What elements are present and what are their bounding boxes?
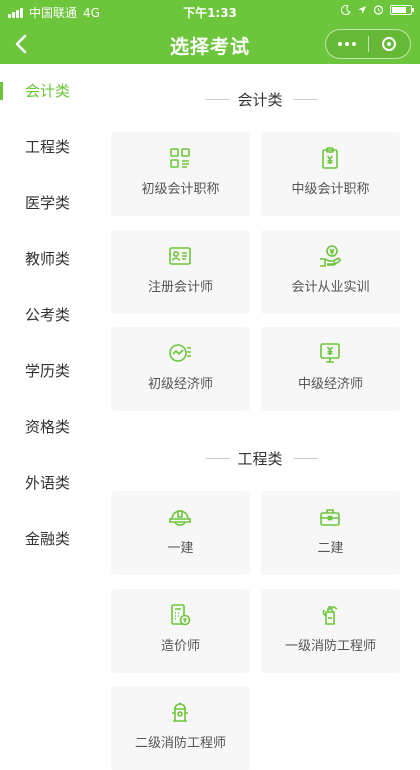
location-arrow-icon	[358, 5, 366, 14]
exam-card-label: 一级消防工程师	[284, 639, 376, 654]
exam-card-second-class-fire-engineer[interactable]: 二级消防工程师	[111, 686, 250, 770]
sidebar-item-qualification[interactable]: 资格类	[0, 412, 100, 442]
exam-card-cost-engineer[interactable]: 造价师	[111, 589, 250, 673]
more-button[interactable]	[326, 30, 368, 58]
category-sidebar: 会计类 工程类 医学类 教师类 公考类 学历类 资格类 外语类 金融类	[0, 64, 100, 747]
sidebar-item-language[interactable]: 外语类	[0, 468, 100, 498]
exam-card-first-class-fire-engineer[interactable]: 一级消防工程师	[261, 589, 400, 673]
more-dots-icon	[337, 42, 342, 46]
sidebar-item-finance[interactable]: 金融类	[0, 524, 100, 554]
mini-program-capsule	[325, 29, 411, 59]
sidebar-item-teacher[interactable]: 教师类	[0, 244, 100, 274]
section-line-right	[294, 99, 318, 100]
exam-card-second-class-constructor[interactable]: 二建	[261, 491, 400, 575]
exam-card-label: 二级消防工程师	[134, 736, 226, 751]
clipboard-yen-icon	[322, 147, 338, 169]
sidebar-item-engineering[interactable]: 工程类	[0, 132, 100, 162]
exam-card-label: 一建	[167, 541, 194, 556]
more-dots-icon	[344, 42, 349, 46]
battery-icon	[390, 4, 414, 15]
section-line-right	[294, 458, 318, 459]
exam-card-junior-accountant[interactable]: 初级会计职称	[111, 132, 250, 216]
grid-document-icon	[170, 148, 190, 168]
fire-extinguisher-icon	[322, 606, 338, 625]
alarm-icon	[373, 5, 384, 15]
exam-card-intermediate-economist[interactable]: 中级经济师	[261, 327, 400, 411]
more-dots-icon	[351, 42, 356, 46]
exam-card-label: 会计从业实训	[291, 280, 370, 295]
exam-card-intermediate-accountant[interactable]: 中级会计职称	[261, 132, 400, 216]
sidebar-item-civil-service[interactable]: 公考类	[0, 300, 100, 330]
fire-hydrant-icon	[172, 702, 188, 722]
exam-card-junior-economist[interactable]: 初级经济师	[111, 327, 250, 411]
exam-card-first-class-constructor[interactable]: 一建	[111, 491, 250, 575]
monitor-yen-icon	[320, 343, 340, 363]
section-header-accounting: 会计类	[110, 89, 410, 109]
section-header-engineering: 工程类	[110, 448, 410, 468]
exam-card-label: 造价师	[160, 639, 200, 654]
nav-bar: 选择考试	[0, 24, 420, 64]
section-title: 会计类	[237, 91, 283, 109]
section-title: 工程类	[237, 450, 283, 468]
exam-card-label: 注册会计师	[147, 280, 213, 295]
target-circle-icon	[382, 37, 397, 51]
exam-card-label: 初级经济师	[147, 377, 213, 392]
sidebar-item-education[interactable]: 学历类	[0, 356, 100, 386]
status-right	[341, 4, 414, 15]
exam-card-label: 中级会计职称	[291, 182, 370, 197]
chart-gauge-icon	[169, 344, 191, 362]
hard-hat-icon	[169, 510, 191, 526]
sidebar-item-accounting[interactable]: 会计类	[0, 76, 100, 106]
exam-card-label: 初级会计职称	[141, 182, 220, 197]
close-button[interactable]	[368, 30, 410, 58]
calculator-coin-icon	[171, 604, 191, 626]
sidebar-item-medical[interactable]: 医学类	[0, 188, 100, 218]
exam-card-label: 二建	[317, 541, 344, 556]
exam-card-cpa[interactable]: 注册会计师	[111, 230, 250, 314]
moon-icon	[341, 4, 351, 15]
exam-card-accounting-training[interactable]: 会计从业实训	[261, 230, 400, 314]
exam-card-label: 中级经济师	[297, 377, 363, 392]
toolbox-icon	[320, 509, 340, 526]
hand-coin-icon	[320, 245, 341, 267]
id-card-icon	[169, 247, 191, 265]
status-bar: 中国联通 4G 下午1:33	[0, 0, 420, 24]
